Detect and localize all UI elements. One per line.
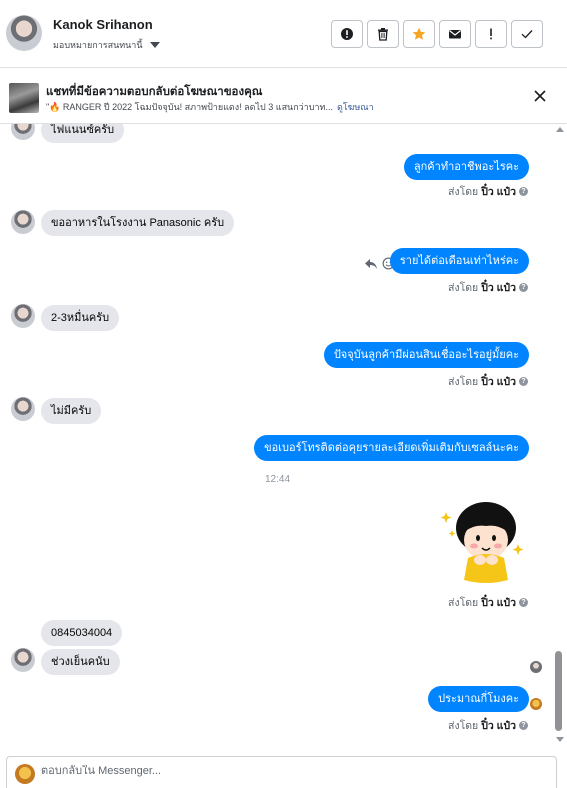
thread-scrollbar[interactable] <box>553 124 567 754</box>
assign-conversation-dropdown[interactable]: มอบหมายการสนทนานี้ <box>53 38 160 52</box>
sent-by-label: ส่งโดย ปิ๋ว แป๋ว? <box>448 373 528 390</box>
mark-unread-button[interactable] <box>439 20 471 48</box>
sender-name: ปิ๋ว แป๋ว <box>481 376 516 388</box>
incoming-message: ช่วงเย็นคนับ <box>41 649 120 675</box>
outgoing-message: ประมาณกี่โมงคะ <box>428 686 529 712</box>
incoming-message: ไม่มีครับ <box>41 398 102 424</box>
header-actions <box>331 20 543 48</box>
sent-by-prefix: ส่งโดย <box>448 376 479 388</box>
ad-thumbnail <box>9 83 39 113</box>
contact-avatar-small <box>11 304 35 328</box>
outgoing-message: ลูกค้าทำอาชีพอะไรคะ <box>403 154 529 180</box>
scroll-down-arrow-icon[interactable] <box>556 737 564 742</box>
star-button[interactable] <box>403 20 435 48</box>
outgoing-message: ปัจจุบันลูกค้ามีผ่อนสินเชื่ออะไรอยู่มั้ย… <box>323 342 529 368</box>
outgoing-message: ขอเบอร์โทรติดต่อคุยรายละเอียดเพิ่มเติมกั… <box>254 435 529 461</box>
outgoing-message: รายได้ต่อเดือนเท่าไหร่คะ <box>389 248 529 274</box>
help-icon[interactable]: ? <box>519 721 528 730</box>
reply-icon[interactable] <box>364 258 378 270</box>
help-icon[interactable]: ? <box>519 598 528 607</box>
help-icon[interactable]: ? <box>519 187 528 196</box>
incoming-message: ขออาหารในโรงงาน Panasonic ครับ <box>41 210 235 236</box>
sender-name: ปิ๋ว แป๋ว <box>481 720 516 732</box>
conversation-header: Kanok Srihanon มอบหมายการสนทนานี้ <box>0 0 567 68</box>
star-icon <box>412 27 426 40</box>
seen-avatar <box>530 661 542 673</box>
sent-by-label: ส่งโดย ปิ๋ว แป๋ว? <box>448 183 528 200</box>
check-icon <box>521 30 533 39</box>
scrollbar-thumb[interactable] <box>555 651 562 731</box>
trash-icon <box>378 28 388 41</box>
reply-composer[interactable] <box>6 756 557 788</box>
sender-avatar-mini <box>530 698 542 710</box>
alert-circle-icon <box>341 28 353 40</box>
sender-name: ปิ๋ว แป๋ว <box>481 282 516 294</box>
sent-by-prefix: ส่งโดย <box>448 597 479 609</box>
sticker-image <box>440 502 524 583</box>
contact-avatar-small <box>11 397 35 421</box>
contact-avatar-small <box>11 210 35 234</box>
mark-spam-button[interactable] <box>331 20 363 48</box>
sent-by-prefix: ส่งโดย <box>448 720 479 732</box>
message-thread[interactable]: ไฟแนนซ์ครับ ลูกค้าทำอาชีพอะไรคะ ส่งโดย ปิ… <box>0 124 553 754</box>
help-icon[interactable]: ? <box>519 377 528 386</box>
sender-name: ปิ๋ว แป๋ว <box>481 597 516 609</box>
help-icon[interactable]: ? <box>519 283 528 292</box>
ad-reply-banner: แชทที่มีข้อความตอบกลับต่อโฆษณาของคุณ "🔥 … <box>0 68 567 124</box>
close-icon[interactable] <box>533 89 547 103</box>
scroll-up-arrow-icon[interactable] <box>556 127 564 132</box>
assign-label: มอบหมายการสนทนานี้ <box>53 40 143 50</box>
sent-by-label: ส่งโดย ปิ๋ว แป๋ว? <box>448 594 528 611</box>
incoming-message: 0845034004 <box>41 620 123 646</box>
sent-by-label: ส่งโดย ปิ๋ว แป๋ว? <box>448 717 528 734</box>
sender-name: ปิ๋ว แป๋ว <box>481 186 516 198</box>
caret-down-icon <box>149 42 160 48</box>
reply-input[interactable] <box>41 765 541 777</box>
ad-banner-title: แชทที่มีข้อความตอบกลับต่อโฆษณาของคุณ <box>46 86 263 98</box>
view-ad-link[interactable]: ดูโฆษณา <box>337 102 374 112</box>
delete-button[interactable] <box>367 20 399 48</box>
sent-by-prefix: ส่งโดย <box>448 282 479 294</box>
exclamation-icon <box>490 28 492 40</box>
sent-by-prefix: ส่งโดย <box>448 186 479 198</box>
ad-text-preview: "🔥 RANGER ปี 2022 โฉมปัจจุบัน! สภาพป้ายแ… <box>46 102 333 112</box>
incoming-message: ไฟแนนซ์ครับ <box>41 124 125 143</box>
contact-avatar[interactable] <box>6 15 42 51</box>
contact-avatar-small <box>11 648 35 672</box>
sent-by-label: ส่งโดย ปิ๋ว แป๋ว? <box>448 279 528 296</box>
ad-banner-subtitle: "🔥 RANGER ปี 2022 โฉมปัจจุบัน! สภาพป้ายแ… <box>46 100 374 114</box>
envelope-icon <box>449 30 461 39</box>
contact-name[interactable]: Kanok Srihanon <box>53 17 153 32</box>
timestamp: 12:44 <box>265 474 291 485</box>
mark-done-button[interactable] <box>511 20 543 48</box>
page-avatar-icon <box>15 764 35 784</box>
follow-up-button[interactable] <box>475 20 507 48</box>
incoming-message: 2-3หมื่นครับ <box>41 305 120 331</box>
contact-avatar-small <box>11 124 35 140</box>
